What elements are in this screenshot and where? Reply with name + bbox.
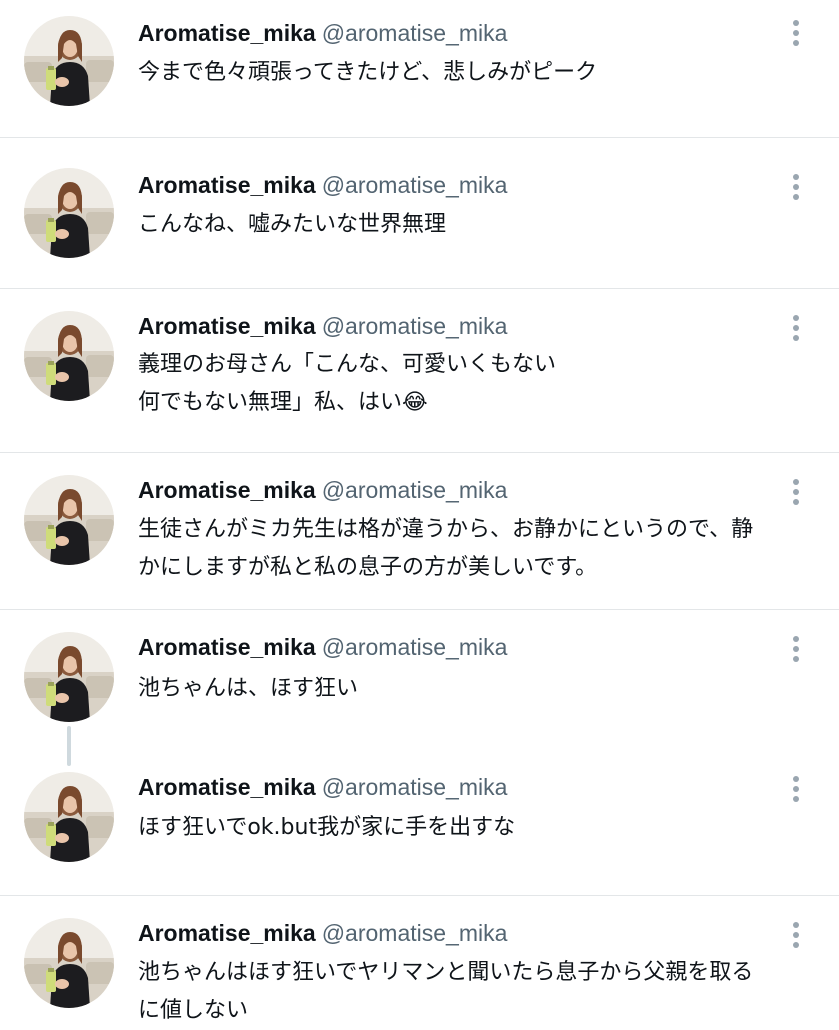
more-vertical-icon[interactable]: [786, 774, 806, 804]
more-vertical-icon[interactable]: [786, 18, 806, 48]
tweet[interactable]: Aromatise_mika @aromatise_mika 池ちゃんはほす狂いで…: [0, 896, 839, 1024]
avatar[interactable]: [24, 918, 114, 1008]
avatar[interactable]: [24, 475, 114, 565]
more-vertical-icon[interactable]: [786, 920, 806, 950]
tweet[interactable]: Aromatise_mika @aromatise_mika 今まで色々頑張ってき…: [0, 0, 839, 138]
tweet[interactable]: Aromatise_mika @aromatise_mika 生徒さんがミカ先生は…: [0, 453, 839, 609]
tweet-text: ほす狂いでok.but我が家に手を出すな: [138, 815, 516, 840]
user-handle[interactable]: @aromatise_mika: [322, 313, 508, 339]
tweet-text: 池ちゃんは、ほす狂い: [138, 676, 359, 701]
tweet[interactable]: Aromatise_mika @aromatise_mika ほす狂いでok.bu…: [0, 760, 839, 895]
user-handle[interactable]: @aromatise_mika: [322, 20, 508, 46]
avatar[interactable]: [24, 168, 114, 258]
user-handle[interactable]: @aromatise_mika: [322, 920, 508, 946]
display-name[interactable]: Aromatise_mika: [138, 172, 316, 198]
user-handle[interactable]: @aromatise_mika: [322, 172, 508, 198]
display-name[interactable]: Aromatise_mika: [138, 313, 316, 339]
display-name[interactable]: Aromatise_mika: [138, 20, 316, 46]
more-vertical-icon[interactable]: [786, 477, 806, 507]
avatar[interactable]: [24, 632, 114, 722]
tweet-text: 池ちゃんはほす狂いでヤリマンと聞いたら息子から父親を取る に値しない: [138, 960, 754, 1023]
tweet[interactable]: Aromatise_mika @aromatise_mika 池ちゃんは、ほす狂い: [0, 610, 839, 760]
avatar[interactable]: [24, 772, 114, 862]
display-name[interactable]: Aromatise_mika: [138, 920, 316, 946]
more-vertical-icon[interactable]: [786, 172, 806, 202]
tweet-text: 今まで色々頑張ってきたけど、悲しみがピーク: [138, 60, 598, 85]
more-vertical-icon[interactable]: [786, 313, 806, 343]
tweet-text: 義理のお母さん「こんな、可愛いくもない 何でもない無理」私、はい😂: [138, 352, 557, 415]
display-name[interactable]: Aromatise_mika: [138, 774, 316, 800]
tweet[interactable]: Aromatise_mika @aromatise_mika こんなね、嘘みたいな…: [0, 138, 839, 288]
avatar[interactable]: [24, 16, 114, 106]
display-name[interactable]: Aromatise_mika: [138, 477, 316, 503]
tweet-text: こんなね、嘘みたいな世界無理: [138, 212, 447, 237]
tweet-text: 生徒さんがミカ先生は格が違うから、お静かにというので、静 かにしますが私と私の息…: [138, 517, 754, 580]
display-name[interactable]: Aromatise_mika: [138, 634, 316, 660]
user-handle[interactable]: @aromatise_mika: [322, 634, 508, 660]
more-vertical-icon[interactable]: [786, 634, 806, 664]
user-handle[interactable]: @aromatise_mika: [322, 774, 508, 800]
user-handle[interactable]: @aromatise_mika: [322, 477, 508, 503]
tweet[interactable]: Aromatise_mika @aromatise_mika 義理のお母さん「こん…: [0, 289, 839, 452]
avatar[interactable]: [24, 311, 114, 401]
